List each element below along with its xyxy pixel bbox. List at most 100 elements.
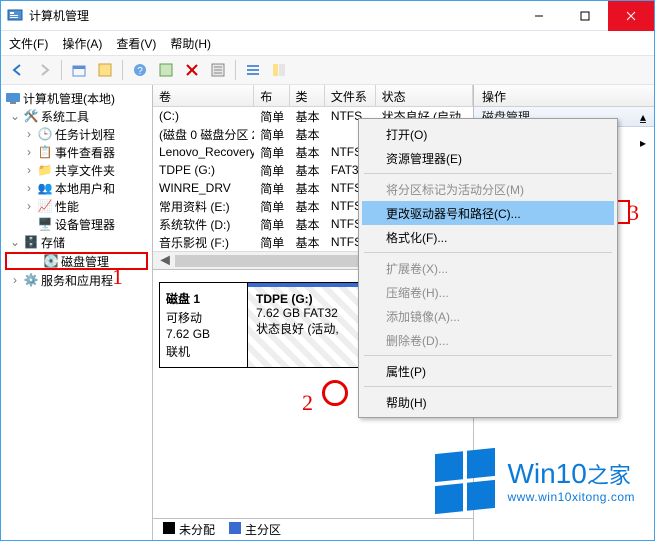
context-menu: 打开(O) 资源管理器(E) 将分区标记为活动分区(M) 更改驱动器号和路径(C… — [358, 118, 618, 418]
tree-label: 性能 — [55, 198, 79, 215]
ctx-mirror: 添加镜像(A)... — [362, 304, 614, 328]
col-fs[interactable]: 文件系统 — [325, 85, 376, 106]
tree-item-system-tools[interactable]: ⌄🛠️ 系统工具 — [1, 107, 152, 125]
cell-vol: (C:) — [153, 109, 254, 123]
ctx-properties[interactable]: 属性(P) — [362, 359, 614, 383]
menu-file[interactable]: 文件(F) — [9, 35, 48, 52]
tree-label: 事件查看器 — [55, 144, 115, 161]
logo-url: www.win10xitong.com — [507, 490, 635, 504]
titlebar[interactable]: 计算机管理 — [1, 1, 654, 31]
ctx-format[interactable]: 格式化(F)... — [362, 225, 614, 249]
navigation-tree[interactable]: 计算机管理(本地) ⌄🛠️ 系统工具 ›🕒 任务计划程 ›📋 事件查看器 ›📁 … — [1, 85, 153, 540]
tree-item-disk-management[interactable]: 💽 磁盘管理 — [5, 252, 148, 270]
disk-icon: 💽 — [43, 253, 59, 269]
back-button[interactable] — [7, 59, 29, 81]
vol-name: TDPE (G:) — [256, 292, 313, 306]
volume-list-header: 卷 布局 类型 文件系统 状态 — [153, 85, 473, 107]
col-status[interactable]: 状态 — [376, 85, 473, 106]
cell-layout: 简单 — [254, 216, 289, 233]
ctx-change-drive-letter[interactable]: 更改驱动器号和路径(C)... — [362, 201, 614, 225]
cell-type: 基本 — [290, 162, 325, 179]
disk-removable: 可移动 — [166, 309, 241, 326]
ctx-extend: 扩展卷(X)... — [362, 256, 614, 280]
tree-label: 共享文件夹 — [55, 162, 115, 179]
annotation-3-bracket — [618, 200, 630, 224]
window-title: 计算机管理 — [29, 7, 89, 24]
menu-view[interactable]: 查看(V) — [116, 35, 156, 52]
menu-help[interactable]: 帮助(H) — [170, 35, 211, 52]
scroll-left-icon[interactable]: ◄ — [157, 253, 173, 269]
tree-item-shared-folders[interactable]: ›📁 共享文件夹 — [1, 161, 152, 179]
col-type[interactable]: 类型 — [290, 85, 325, 106]
disk-online: 联机 — [166, 343, 241, 360]
tree-item-services[interactable]: ›⚙️ 服务和应用程 — [1, 271, 152, 289]
users-icon: 👥 — [37, 180, 53, 196]
cell-type: 基本 — [290, 108, 325, 125]
tree-item-device-manager[interactable]: 🖥️ 设备管理器 — [1, 215, 152, 233]
properties-button[interactable] — [94, 59, 116, 81]
tree-item-task-scheduler[interactable]: ›🕒 任务计划程 — [1, 125, 152, 143]
folder-share-icon: 📁 — [37, 162, 53, 178]
menu-action[interactable]: 操作(A) — [62, 35, 102, 52]
tree-item-storage[interactable]: ⌄🗄️ 存储 — [1, 233, 152, 251]
detail-view-icon[interactable] — [268, 59, 290, 81]
tree-item-performance[interactable]: ›📈 性能 — [1, 197, 152, 215]
perf-icon: 📈 — [37, 198, 53, 214]
tree-root[interactable]: 计算机管理(本地) — [1, 89, 152, 107]
list-view-icon[interactable] — [242, 59, 264, 81]
tree-item-local-users[interactable]: ›👥 本地用户和 — [1, 179, 152, 197]
ctx-explore[interactable]: 资源管理器(E) — [362, 146, 614, 170]
tree-label: 任务计划程 — [55, 126, 115, 143]
windows-logo-icon — [435, 448, 495, 514]
collapse-icon[interactable]: ▴ — [640, 110, 646, 124]
col-layout[interactable]: 布局 — [254, 85, 289, 106]
tree-label: 设备管理器 — [55, 216, 115, 233]
annotation-1: 1 — [112, 264, 123, 290]
ctx-delete: 删除卷(D)... — [362, 328, 614, 352]
computer-icon — [5, 90, 21, 106]
cell-vol: TDPE (G:) — [153, 163, 254, 177]
cell-layout: 简单 — [254, 126, 289, 143]
cell-type: 基本 — [290, 180, 325, 197]
refresh-button[interactable] — [155, 59, 177, 81]
svg-text:?: ? — [137, 66, 143, 77]
col-volume[interactable]: 卷 — [153, 85, 254, 106]
vol-size: 7.62 GB FAT32 — [256, 306, 338, 320]
cell-vol: Lenovo_Recovery — [153, 145, 254, 159]
tree-label: 计算机管理(本地) — [23, 90, 115, 107]
tree-label: 本地用户和 — [55, 180, 115, 197]
tree-item-event-viewer[interactable]: ›📋 事件查看器 — [1, 143, 152, 161]
annotation-2: 2 — [302, 390, 313, 416]
ctx-help[interactable]: 帮助(H) — [362, 390, 614, 414]
tree-label: 存储 — [41, 234, 65, 251]
cell-vol: 系统软件 (D:) — [153, 216, 254, 233]
cell-type: 基本 — [290, 198, 325, 215]
cell-type: 基本 — [290, 144, 325, 161]
maximize-button[interactable] — [562, 1, 608, 31]
tree-label: 系统工具 — [41, 108, 89, 125]
event-icon: 📋 — [37, 144, 53, 160]
ctx-open[interactable]: 打开(O) — [362, 122, 614, 146]
minimize-button[interactable] — [516, 1, 562, 31]
cell-vol: (磁盘 0 磁盘分区 2) — [153, 126, 254, 143]
up-button[interactable] — [68, 59, 90, 81]
forward-button[interactable] — [33, 59, 55, 81]
clock-icon: 🕒 — [37, 126, 53, 142]
actions-header: 操作 — [474, 85, 654, 107]
cell-vol: 音乐影视 (F:) — [153, 234, 254, 251]
storage-icon: 🗄️ — [23, 234, 39, 250]
cell-vol: WINRE_DRV — [153, 181, 254, 195]
cell-type: 基本 — [290, 234, 325, 251]
tools-icon: 🛠️ — [23, 108, 39, 124]
cancel-icon[interactable] — [181, 59, 203, 81]
settings-icon[interactable] — [207, 59, 229, 81]
cell-layout: 简单 — [254, 144, 289, 161]
cell-type: 基本 — [290, 126, 325, 143]
help-icon[interactable]: ? — [129, 59, 151, 81]
watermark: Win10之家 www.win10xitong.com — [435, 451, 635, 511]
cell-layout: 简单 — [254, 180, 289, 197]
close-button[interactable] — [608, 1, 654, 31]
ctx-mark-active: 将分区标记为活动分区(M) — [362, 177, 614, 201]
chevron-right-icon: ▸ — [640, 136, 646, 150]
menubar: 文件(F) 操作(A) 查看(V) 帮助(H) — [1, 31, 654, 55]
